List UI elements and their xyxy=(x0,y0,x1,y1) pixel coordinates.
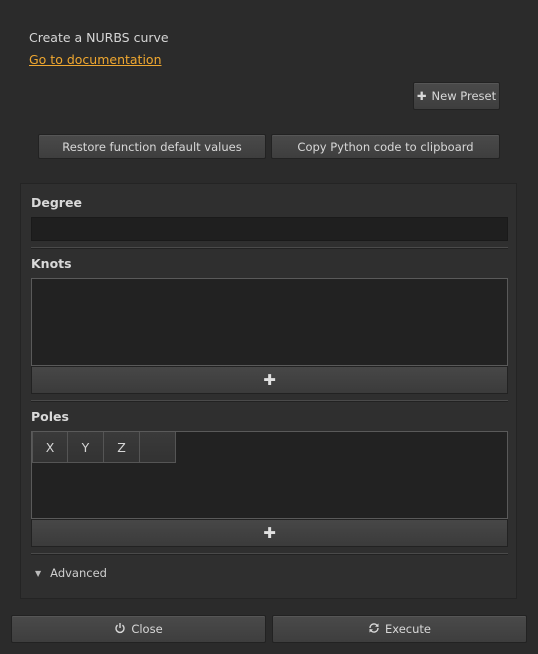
add-knot-button[interactable]: ✚ xyxy=(31,366,508,394)
poles-table-header: X Y Z xyxy=(32,432,176,464)
description-text: Create a NURBS curve xyxy=(29,30,169,45)
close-label: Close xyxy=(131,622,163,636)
column-header-y[interactable]: Y xyxy=(68,432,104,463)
plus-icon: ✚ xyxy=(263,371,276,389)
copy-python-button[interactable]: Copy Python code to clipboard xyxy=(271,134,500,159)
divider xyxy=(31,553,508,555)
execute-button[interactable]: Execute xyxy=(272,615,527,643)
advanced-toggle[interactable]: ▼ Advanced xyxy=(35,566,107,580)
documentation-link[interactable]: Go to documentation xyxy=(29,52,162,67)
column-header-z[interactable]: Z xyxy=(104,432,140,463)
poles-table[interactable]: X Y Z xyxy=(31,431,508,519)
parameters-panel: Degree Knots ✚ Poles X Y Z ✚ ▼ Advanced xyxy=(20,183,517,599)
poles-label: Poles xyxy=(31,409,69,424)
new-preset-label: New Preset xyxy=(431,89,497,103)
execute-label: Execute xyxy=(385,622,431,636)
degree-field[interactable] xyxy=(31,217,508,241)
plus-icon: ✚ xyxy=(416,89,427,103)
triangle-down-icon: ▼ xyxy=(35,568,42,578)
divider xyxy=(31,400,508,402)
restore-defaults-label: Restore function default values xyxy=(62,139,242,154)
knots-label: Knots xyxy=(31,256,72,271)
power-icon xyxy=(114,622,126,637)
restore-defaults-button[interactable]: Restore function default values xyxy=(38,134,266,159)
divider xyxy=(31,247,508,249)
plus-icon: ✚ xyxy=(263,524,276,542)
copy-python-label: Copy Python code to clipboard xyxy=(297,139,474,154)
knots-list[interactable] xyxy=(31,278,508,366)
add-pole-button[interactable]: ✚ xyxy=(31,519,508,547)
column-header-empty[interactable] xyxy=(140,432,176,463)
close-button[interactable]: Close xyxy=(11,615,266,643)
column-header-x[interactable]: X xyxy=(32,432,68,463)
degree-label: Degree xyxy=(31,195,82,210)
advanced-label: Advanced xyxy=(50,566,107,580)
new-preset-button[interactable]: ✚ New Preset xyxy=(413,82,500,110)
refresh-icon xyxy=(368,622,380,637)
